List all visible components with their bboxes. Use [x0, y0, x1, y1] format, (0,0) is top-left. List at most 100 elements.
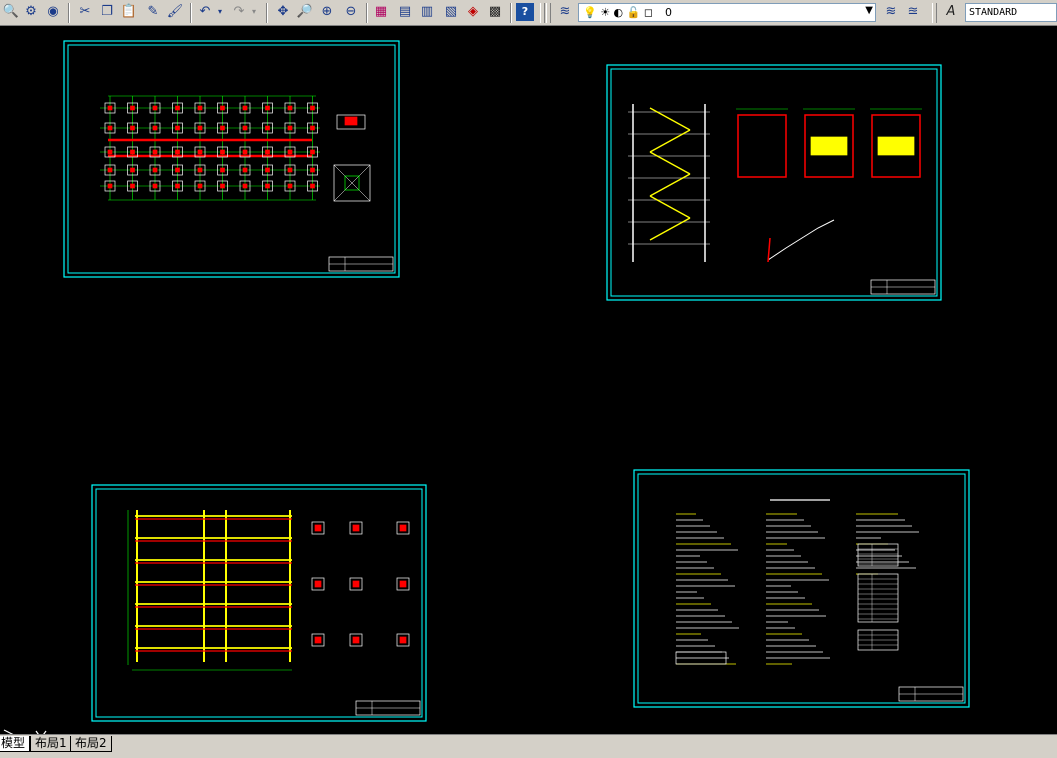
match-prop-icon[interactable]: ✎	[144, 3, 162, 21]
cad-rect	[152, 105, 158, 111]
cad-rect	[107, 105, 113, 111]
design-center-icon[interactable]: ▤	[396, 3, 414, 21]
sheet-set-icon[interactable]: ▧	[442, 3, 460, 21]
cad-rect	[130, 149, 135, 155]
pan-icon[interactable]: ✥	[274, 3, 292, 21]
tab-layout2[interactable]: 布局2	[70, 736, 112, 752]
layer-value: 0	[665, 6, 672, 19]
zoom-realtime-icon[interactable]: 🔎	[296, 3, 314, 21]
open-icon[interactable]: 🔍	[2, 3, 20, 21]
cad-rect	[220, 105, 225, 111]
cad-rect	[220, 183, 225, 189]
cad-rect	[107, 183, 113, 189]
make-current-layer-icon[interactable]: ≋	[882, 3, 900, 21]
brush-icon[interactable]: 🖌	[166, 3, 184, 21]
sheet-frame-elevation	[91, 484, 427, 722]
cad-rect	[152, 125, 158, 131]
cad-rect	[91, 484, 427, 722]
tool-palette-icon[interactable]: ▥	[418, 3, 436, 21]
layer-dropdown[interactable]: 💡 ☀ ◐ 🔓 ◻ 0 ▼	[578, 3, 876, 22]
tab-layout1[interactable]: 布局1	[30, 736, 72, 752]
cad-rect	[310, 167, 315, 173]
undo-dropdown-icon[interactable]: ▾	[216, 3, 224, 21]
text-style-dropdown[interactable]: STANDARD	[965, 3, 1057, 22]
cad-rect	[857, 543, 899, 567]
cad-rect	[287, 149, 293, 155]
cad-rect	[107, 149, 113, 155]
cad-rect	[857, 573, 899, 623]
cad-rect	[175, 105, 180, 111]
help-icon[interactable]: ?	[516, 3, 534, 21]
cad-rect	[107, 167, 113, 173]
cad-rect	[220, 167, 225, 173]
properties-icon[interactable]: ▦	[372, 3, 390, 21]
cad-rect	[63, 40, 400, 278]
cad-rect	[107, 125, 113, 131]
toolbar-separator	[366, 3, 368, 23]
cut-icon[interactable]: ✂	[76, 3, 94, 21]
cad-rect	[175, 125, 180, 131]
copy-icon[interactable]: ❐	[98, 3, 116, 21]
toolbar-separator	[68, 3, 70, 23]
cad-rect	[130, 125, 135, 131]
cad-rect	[352, 524, 360, 532]
cad-rect	[310, 105, 315, 111]
cad-rect	[310, 149, 315, 155]
layer-manager-icon[interactable]: ≋	[556, 3, 574, 21]
toolbar-grip[interactable]	[540, 3, 545, 23]
cad-rect	[220, 125, 225, 131]
cad-rect	[314, 580, 322, 588]
paste-icon[interactable]: 📋	[120, 3, 138, 21]
plot-icon[interactable]: ◉	[44, 3, 62, 21]
cad-line	[649, 129, 691, 153]
drawing-svg	[63, 40, 970, 722]
sheet-stair-details	[606, 64, 942, 301]
calculator-icon[interactable]: ▩	[486, 3, 504, 21]
cad-rect	[287, 183, 293, 189]
save-icon[interactable]: ⚙	[22, 3, 40, 21]
layer-previous-icon[interactable]: ≊	[904, 3, 922, 21]
cad-rect	[810, 136, 848, 156]
cad-rect	[352, 580, 360, 588]
text-style-icon[interactable]: A	[942, 3, 960, 21]
toolbar-grip[interactable]	[546, 3, 551, 23]
layout-tabs: 模型 布局1 布局2	[0, 734, 1057, 758]
redo-icon[interactable]: ↷	[230, 3, 248, 21]
cad-rect	[287, 125, 293, 131]
cad-polyline	[767, 219, 835, 261]
cad-rect	[242, 167, 248, 173]
cad-rect	[265, 167, 270, 173]
markup-icon[interactable]: ◈	[464, 3, 482, 21]
cad-rect	[175, 183, 180, 189]
cad-rect	[310, 183, 315, 189]
layer-state-icons: 💡 ☀ ◐ 🔓 ◻	[583, 6, 653, 19]
redo-dropdown-icon[interactable]: ▾	[250, 3, 258, 21]
cad-line	[649, 151, 691, 175]
cad-line	[649, 195, 691, 219]
cad-rect	[130, 105, 135, 111]
toolbar-grip[interactable]	[932, 3, 937, 23]
cad-rect	[265, 183, 270, 189]
undo-icon[interactable]: ↶	[196, 3, 214, 21]
cad-rect	[242, 149, 248, 155]
cad-rect	[242, 105, 248, 111]
cad-rect	[130, 167, 135, 173]
tab-model[interactable]: 模型	[0, 736, 31, 752]
chevron-down-icon[interactable]: ▼	[865, 5, 873, 16]
cad-rect	[344, 116, 358, 126]
cad-rect	[265, 105, 270, 111]
cad-rect	[242, 183, 248, 189]
cad-rect	[197, 167, 203, 173]
cad-line	[649, 107, 691, 131]
cad-line	[649, 173, 691, 197]
cad-rect	[287, 167, 293, 173]
cad-rect	[352, 636, 360, 644]
toolbar-separator	[190, 3, 192, 23]
model-space-canvas[interactable]	[0, 26, 1057, 747]
cad-rect	[399, 636, 407, 644]
zoom-previous-icon[interactable]: ⊖	[342, 3, 360, 21]
cad-rect	[175, 149, 180, 155]
cad-rect	[610, 68, 938, 297]
cad-rect	[197, 183, 203, 189]
zoom-window-icon[interactable]: ⊕	[318, 3, 336, 21]
